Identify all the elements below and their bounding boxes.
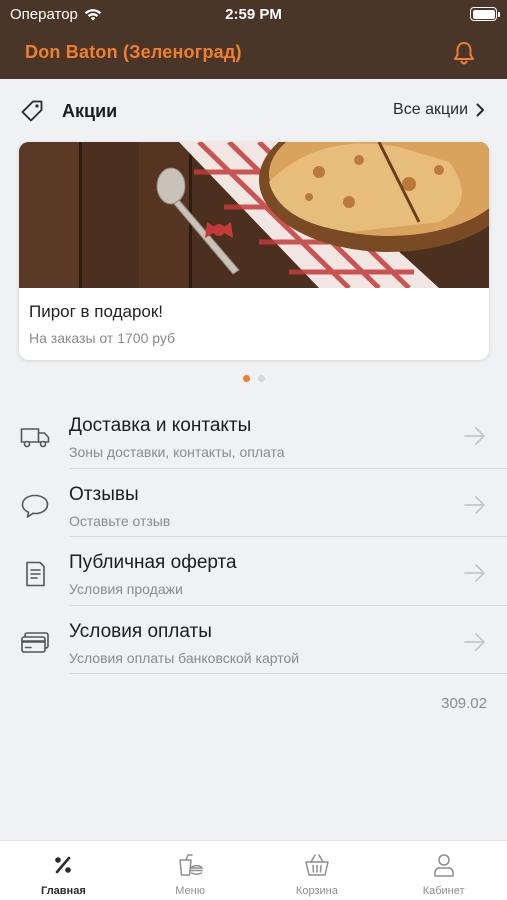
tab-label: Корзина [295, 885, 338, 897]
status-time: 2:59 PM [225, 6, 282, 23]
menu-item-title: Условия оплаты [69, 620, 212, 642]
menu-item-subtitle: Условия оплаты банковской картой [69, 649, 300, 666]
tab-cart[interactable]: Корзина [254, 841, 381, 900]
menu-item-subtitle: Условия продажи [69, 581, 183, 597]
percent-icon [55, 856, 72, 874]
bell-icon[interactable] [451, 40, 477, 66]
pager-dot[interactable] [257, 375, 265, 382]
status-bar: Оператор 2:59 PM [0, 0, 507, 30]
arrow-right-icon [464, 495, 485, 514]
basket-icon [305, 854, 329, 876]
tag-icon [21, 100, 43, 122]
tab-account[interactable]: Кабинет [380, 841, 507, 900]
all-promos-label: Все акции [393, 101, 468, 118]
tab-label: Главная [41, 885, 86, 897]
divider [69, 673, 507, 674]
promos-title: Акции [62, 101, 118, 121]
app-title: Don Baton (Зеленоград) [25, 42, 242, 62]
menu-item-reviews[interactable]: Отзывы Оставьте отзыв [0, 469, 507, 537]
menu-item-title: Отзывы [69, 483, 139, 505]
app-header: Оператор 2:59 PM Don Baton (Зеленоград) [0, 0, 507, 79]
person-icon [433, 854, 454, 877]
info-menu-list: Доставка и контакты Зоны доставки, конта… [0, 400, 507, 674]
pager-dot-active[interactable] [242, 375, 250, 382]
tab-home[interactable]: Главная [0, 841, 127, 900]
arrow-right-icon [464, 427, 485, 445]
promo-card[interactable]: Пирог в подарок! На заказы от 1700 руб [19, 142, 489, 360]
card-icon [21, 631, 49, 653]
menu-item-payment[interactable]: Условия оплаты Условия оплаты банковской… [0, 606, 507, 674]
promo-condition: На заказы от 1700 руб [29, 330, 176, 346]
menu-item-subtitle: Зоны доставки, контакты, оплата [69, 444, 285, 460]
battery-icon [470, 7, 500, 21]
all-promos-link[interactable]: Все акции [393, 101, 485, 119]
tab-label: Меню [175, 885, 205, 897]
tab-menu[interactable]: Меню [127, 841, 254, 900]
food-icon [179, 854, 204, 876]
app-version: 309.02 [441, 695, 487, 712]
chevron-right-icon [476, 103, 484, 117]
menu-item-title: Публичная оферта [69, 552, 237, 573]
arrow-right-icon [464, 632, 485, 651]
tab-label: Кабинет [422, 885, 465, 897]
arrow-right-icon [464, 564, 485, 582]
menu-item-title: Доставка и контакты [69, 415, 252, 436]
promos-section-header: Акции Все акции [0, 93, 507, 131]
menu-item-subtitle: Оставьте отзыв [69, 512, 171, 529]
menu-item-public-offer[interactable]: Публичная оферта Условия продажи [0, 537, 507, 606]
carousel-pager[interactable] [0, 375, 507, 382]
document-icon [26, 561, 45, 587]
menu-item-delivery[interactable]: Доставка и контакты Зоны доставки, конта… [0, 400, 507, 469]
tab-bar: Главная Меню Корзина Кабинет [0, 840, 507, 900]
truck-icon [20, 428, 50, 448]
promo-image [19, 142, 489, 288]
speech-bubble-icon [21, 494, 49, 518]
promo-title: Пирог в подарок! [29, 302, 164, 321]
